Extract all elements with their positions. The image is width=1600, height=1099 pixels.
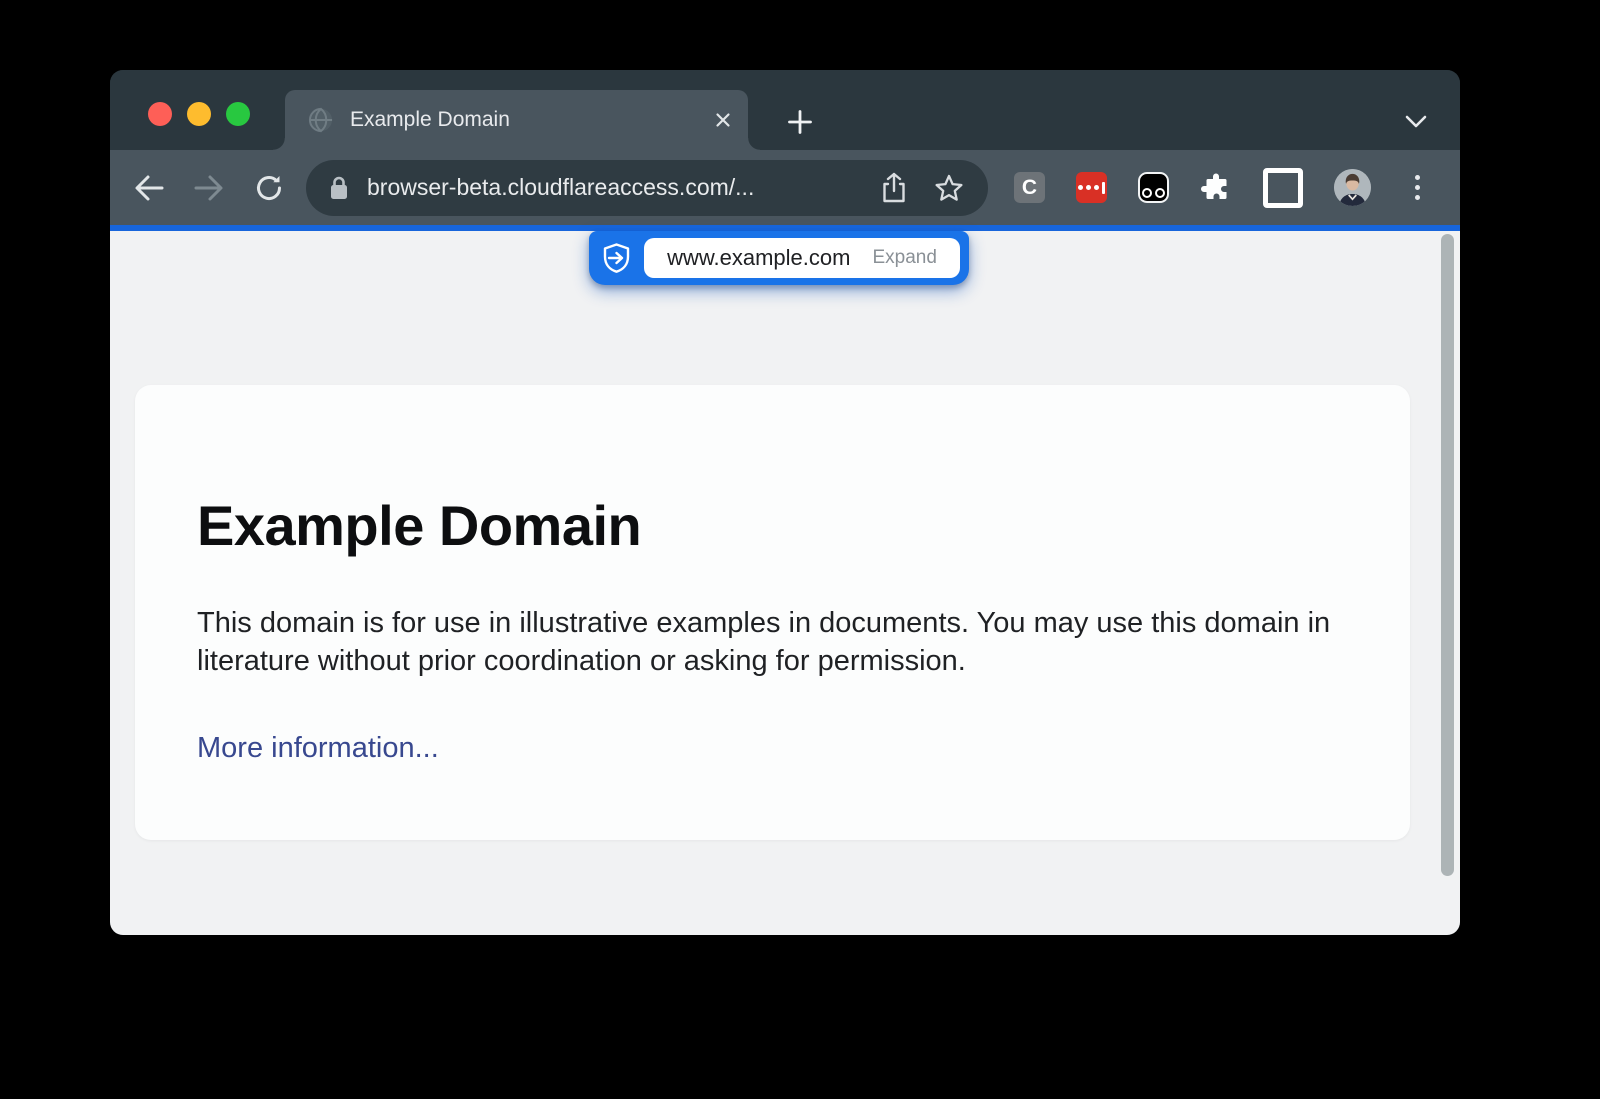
- page-paragraph: This domain is for use in illustrative e…: [197, 604, 1348, 680]
- zoom-window-button[interactable]: [226, 102, 250, 126]
- extensions-row: C: [1014, 168, 1432, 208]
- share-icon[interactable]: [880, 172, 908, 204]
- example-domain-card: Example Domain This domain is for use in…: [135, 385, 1410, 840]
- tab-example-domain[interactable]: Example Domain: [285, 90, 748, 150]
- minimize-window-button[interactable]: [187, 102, 211, 126]
- tab-search-chevron-icon[interactable]: [1396, 108, 1436, 136]
- forward-button[interactable]: [186, 165, 232, 211]
- extensions-puzzle-icon[interactable]: [1200, 172, 1232, 204]
- more-information-link[interactable]: More information...: [197, 732, 439, 764]
- expand-button[interactable]: Expand: [872, 247, 936, 269]
- url-text: browser-beta.cloudflareaccess.com/...: [367, 174, 854, 201]
- toolbar: browser-beta.cloudflareaccess.com/... C: [110, 150, 1460, 225]
- page-content: www.example.com Expand Example Domain Th…: [110, 231, 1460, 935]
- globe-favicon-icon: [307, 106, 335, 134]
- bookmark-star-icon[interactable]: [934, 173, 964, 203]
- new-tab-button[interactable]: [778, 107, 822, 137]
- close-window-button[interactable]: [148, 102, 172, 126]
- lock-icon[interactable]: [328, 174, 350, 202]
- page-title: Example Domain: [197, 493, 1348, 558]
- tab-title: Example Domain: [350, 108, 714, 132]
- window-controls: [148, 102, 250, 126]
- browser-window: Example Domain: [110, 70, 1460, 935]
- isolation-domain-pill[interactable]: www.example.com Expand: [589, 231, 969, 285]
- isolation-domain-field: www.example.com Expand: [644, 238, 960, 278]
- profile-avatar[interactable]: [1334, 169, 1371, 206]
- reload-button[interactable]: [246, 165, 292, 211]
- title-bar[interactable]: Example Domain: [110, 70, 1460, 150]
- password-manager-extension-icon[interactable]: [1076, 172, 1107, 203]
- side-panel-icon[interactable]: [1263, 168, 1303, 208]
- back-button[interactable]: [126, 165, 172, 211]
- address-bar[interactable]: browser-beta.cloudflareaccess.com/...: [306, 160, 988, 216]
- extension-c-label: C: [1022, 176, 1037, 200]
- extension-c-icon[interactable]: C: [1014, 172, 1045, 203]
- browser-menu-icon[interactable]: [1402, 175, 1432, 200]
- goggles-extension-icon[interactable]: [1138, 172, 1169, 203]
- close-tab-icon[interactable]: [714, 111, 732, 129]
- vertical-scrollbar-thumb[interactable]: [1441, 234, 1454, 876]
- isolation-shield-icon: [589, 243, 644, 273]
- isolated-domain-text: www.example.com: [667, 245, 850, 271]
